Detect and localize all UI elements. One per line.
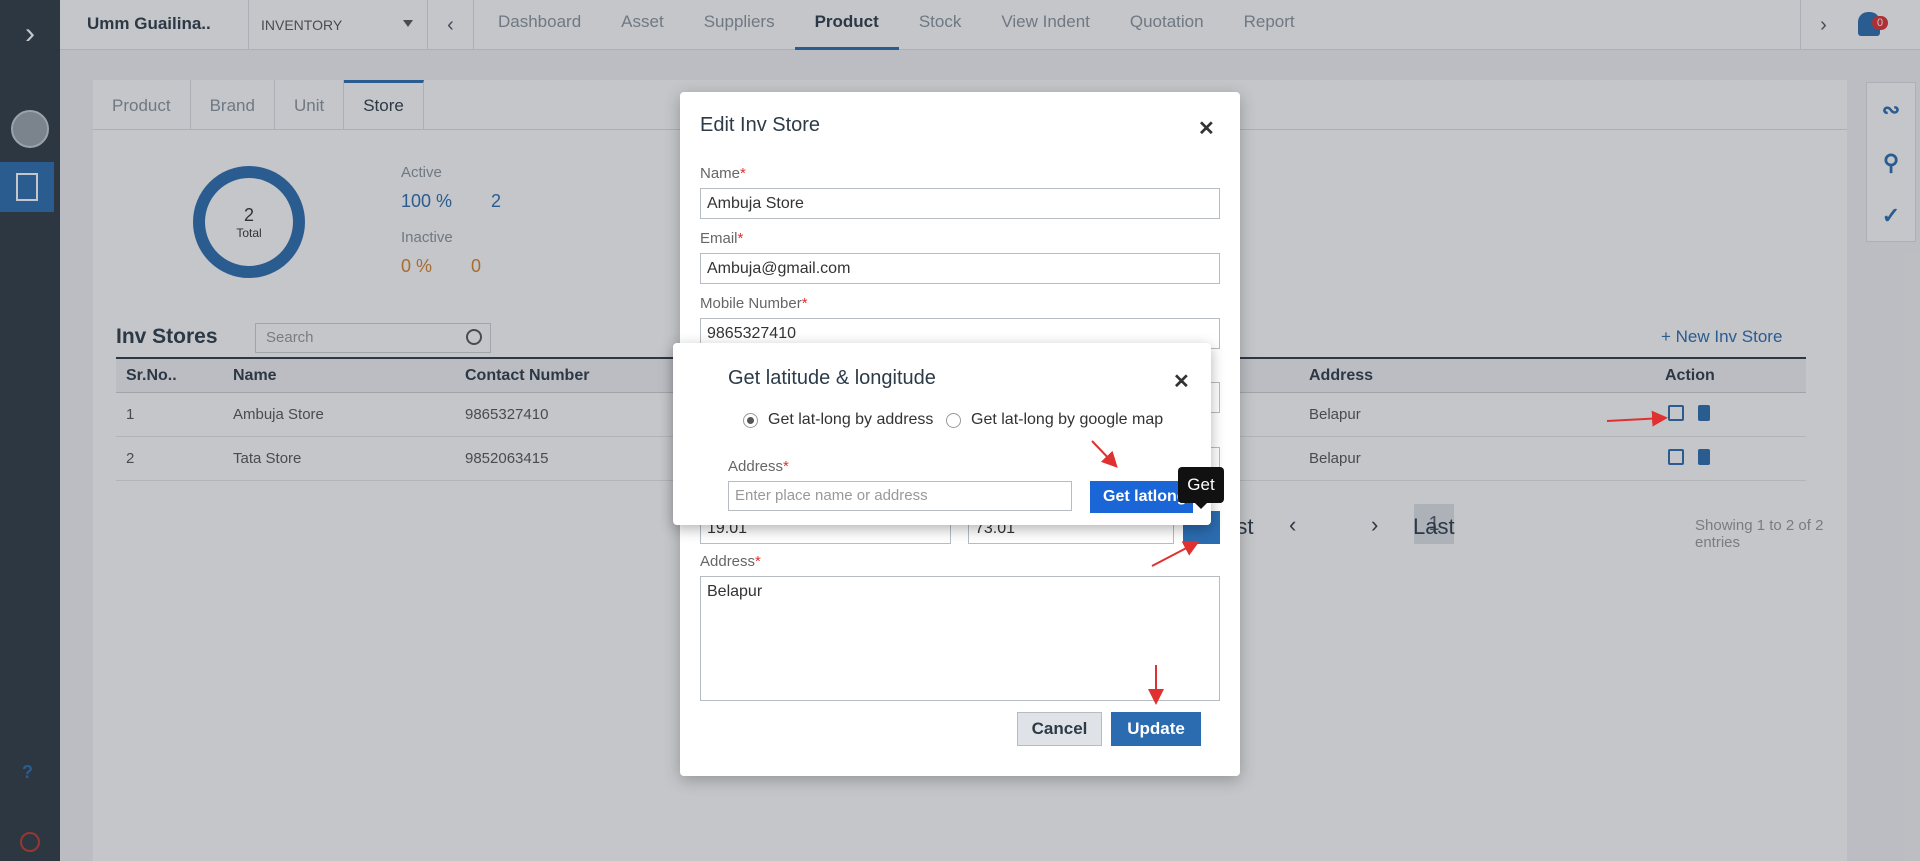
arrow-edit-icon (1606, 410, 1668, 427)
annotation-arrows (1091, 410, 1668, 705)
arrow-pin-icon (1151, 541, 1200, 567)
arrow-get-button-icon (1091, 440, 1118, 468)
